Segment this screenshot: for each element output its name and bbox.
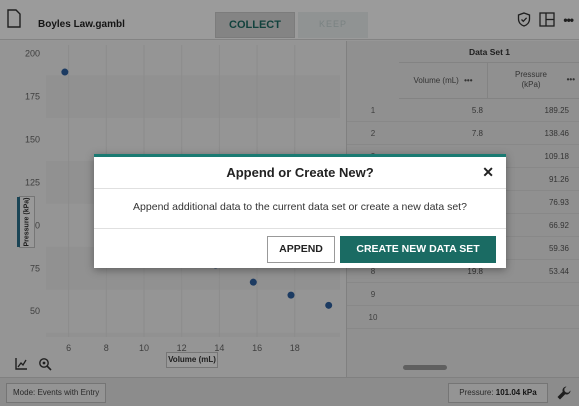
dialog-message: Append additional data to the current da… [133, 201, 467, 213]
close-icon[interactable]: ✕ [482, 164, 494, 181]
create-new-data-set-button[interactable]: CREATE NEW DATA SET [340, 236, 496, 263]
divider [94, 228, 506, 229]
divider [94, 188, 506, 189]
append-or-create-dialog: Append or Create New? ✕ Append additiona… [94, 154, 506, 268]
append-button[interactable]: APPEND [267, 236, 335, 263]
dialog-title: Append or Create New? [226, 165, 374, 180]
